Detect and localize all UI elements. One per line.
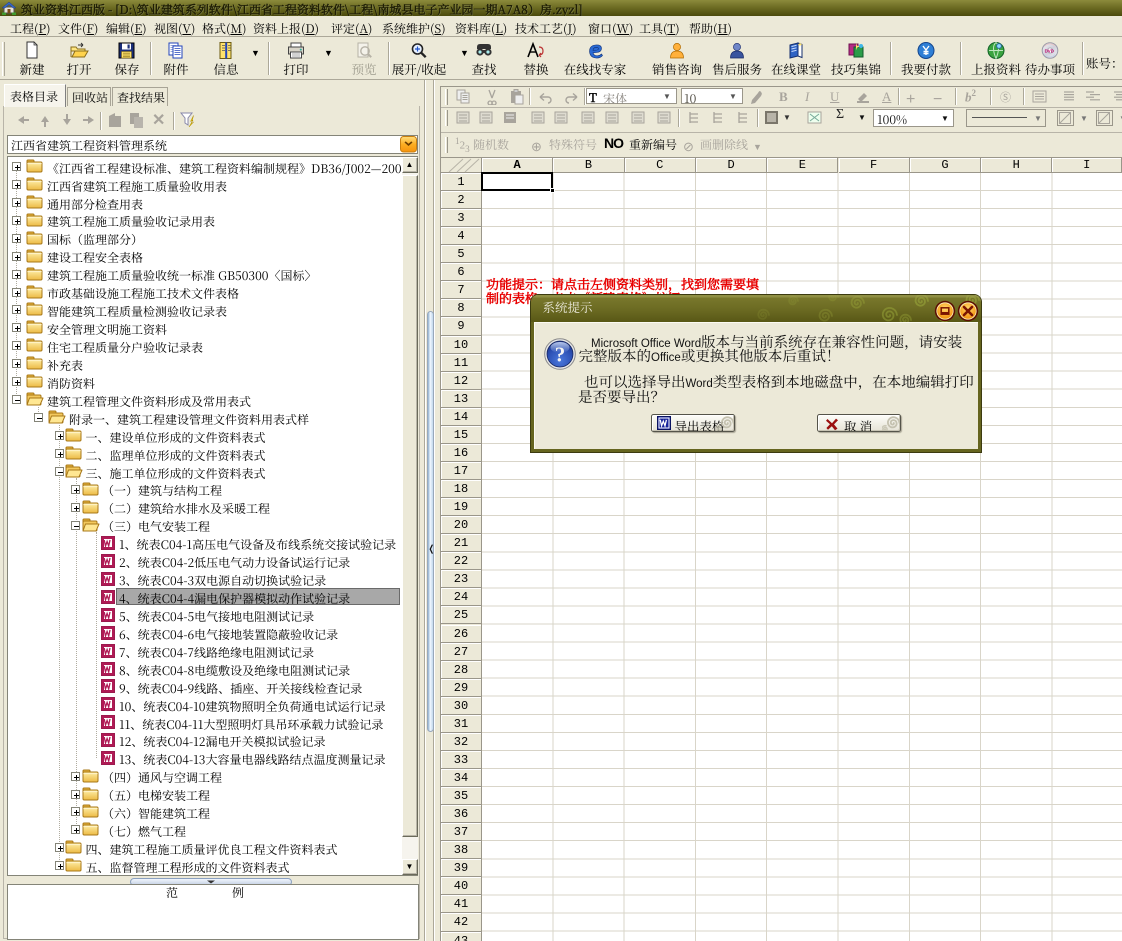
svg-text:?: ? <box>555 342 566 366</box>
svg-text:DVD: DVD <box>1045 49 1054 54</box>
